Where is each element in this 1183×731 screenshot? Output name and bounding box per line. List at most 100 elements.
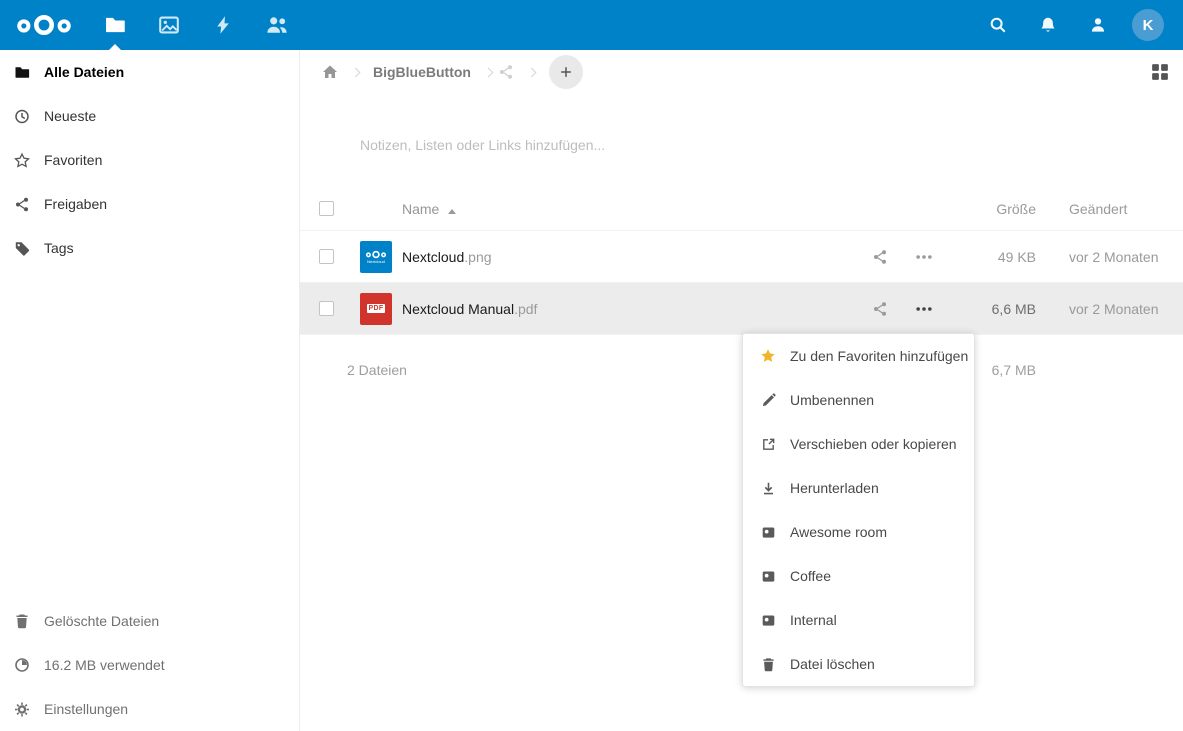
- grid-view-toggle-icon[interactable]: [1151, 63, 1169, 81]
- menu-item-label: Awesome room: [790, 524, 887, 540]
- breadcrumb-share-icon[interactable]: [498, 64, 514, 80]
- chevron-right-icon: [351, 67, 361, 77]
- active-app-marker: [109, 44, 121, 50]
- file-row-nextcloud-png[interactable]: Nextcloud Nextcloud.png 49 KB vor 2 Mona…: [300, 231, 1183, 283]
- file-count: 2 Dateien: [347, 362, 407, 378]
- add-new-button[interactable]: [549, 55, 583, 89]
- image-thumbnail: Nextcloud: [360, 241, 392, 273]
- select-all-checkbox[interactable]: [319, 201, 334, 216]
- sidebar-item-favorites[interactable]: Favoriten: [0, 138, 299, 182]
- app-photos-button[interactable]: [142, 0, 196, 50]
- files-main: BigBlueButton Notizen, Listen oder Links…: [300, 50, 1183, 731]
- folder-icon: [104, 14, 126, 36]
- menu-item-label: Zu den Favoriten hinzufügen: [790, 348, 968, 364]
- pdf-badge: PDF: [367, 304, 386, 313]
- room-icon: [760, 568, 776, 584]
- more-actions-button[interactable]: [902, 248, 946, 266]
- menu-item-coffee[interactable]: Coffee: [743, 554, 974, 598]
- sidebar-item-quota[interactable]: 16.2 MB verwendet: [0, 643, 299, 687]
- room-icon: [760, 524, 776, 540]
- menu-item-label: Coffee: [790, 568, 831, 584]
- breadcrumb-folder[interactable]: BigBlueButton: [373, 64, 471, 80]
- sidebar-item-settings[interactable]: Einstellungen: [0, 687, 299, 731]
- pencil-icon: [760, 392, 776, 408]
- sidebar-item-shares[interactable]: Freigaben: [0, 182, 299, 226]
- menu-item-move-or-copy[interactable]: Verschieben oder kopieren: [743, 422, 974, 466]
- move-icon: [760, 436, 776, 452]
- file-actions-menu: Zu den Favoriten hinzufügen Umbenennen V…: [742, 333, 975, 687]
- sidebar-item-label: Alle Dateien: [44, 64, 124, 80]
- room-icon: [760, 612, 776, 628]
- sidebar-item-deleted-files[interactable]: Gelöschte Dateien: [0, 599, 299, 643]
- breadcrumb: BigBlueButton: [300, 50, 1183, 94]
- top-bar: K: [0, 0, 1183, 50]
- photos-icon: [158, 14, 180, 36]
- file-modified: vor 2 Monaten: [1036, 301, 1183, 317]
- sidebar-item-label: 16.2 MB verwendet: [44, 657, 165, 673]
- menu-item-label: Datei löschen: [790, 656, 875, 672]
- contacts-menu-icon[interactable]: [1086, 13, 1110, 37]
- file-basename: Nextcloud: [402, 249, 464, 265]
- row-checkbox[interactable]: [319, 249, 334, 264]
- sidebar-item-recent[interactable]: Neueste: [0, 94, 299, 138]
- user-avatar[interactable]: K: [1132, 9, 1164, 41]
- menu-item-rename[interactable]: Umbenennen: [743, 378, 974, 422]
- clock-icon: [14, 108, 30, 124]
- gear-icon: [14, 701, 30, 717]
- star-icon: [760, 348, 776, 364]
- column-header-name-label: Name: [402, 201, 439, 217]
- file-extension: .png: [464, 249, 491, 265]
- share-button[interactable]: [858, 249, 902, 265]
- file-modified: vor 2 Monaten: [1036, 249, 1183, 265]
- menu-item-awesome-room[interactable]: Awesome room: [743, 510, 974, 554]
- trash-icon: [760, 656, 776, 672]
- app-files-button[interactable]: [88, 0, 142, 50]
- search-icon[interactable]: [986, 13, 1010, 37]
- menu-item-label: Internal: [790, 612, 837, 628]
- chevron-right-icon: [527, 67, 537, 77]
- nextcloud-logo-icon[interactable]: [0, 14, 88, 36]
- pdf-thumbnail: PDF: [360, 293, 392, 325]
- sidebar-item-label: Freigaben: [44, 196, 107, 212]
- topbar-right-actions: K: [960, 9, 1183, 41]
- sidebar-item-tags[interactable]: Tags: [0, 226, 299, 270]
- file-extension: .pdf: [514, 301, 537, 317]
- menu-item-download[interactable]: Herunterladen: [743, 466, 974, 510]
- menu-item-delete-file[interactable]: Datei löschen: [743, 642, 974, 686]
- sidebar-item-all-files[interactable]: Alle Dateien: [0, 50, 299, 94]
- files-sidebar: Alle Dateien Neueste Favoriten Freigaben…: [0, 50, 300, 731]
- column-header-size[interactable]: Größe: [946, 201, 1036, 217]
- file-basename: Nextcloud Manual: [402, 301, 514, 317]
- menu-item-internal[interactable]: Internal: [743, 598, 974, 642]
- more-actions-button[interactable]: [902, 300, 946, 318]
- menu-item-add-to-favorites[interactable]: Zu den Favoriten hinzufügen: [743, 334, 974, 378]
- column-header-modified[interactable]: Geändert: [1036, 201, 1183, 217]
- trash-icon: [14, 613, 30, 629]
- file-size: 6,6 MB: [946, 301, 1036, 317]
- workspace-notes-input[interactable]: Notizen, Listen oder Links hinzufügen...: [360, 137, 1183, 157]
- app-activity-button[interactable]: [196, 0, 250, 50]
- sort-ascending-icon: [448, 209, 456, 214]
- menu-item-label: Herunterladen: [790, 480, 879, 496]
- app-contacts-button[interactable]: [250, 0, 304, 50]
- chevron-right-icon: [484, 67, 494, 77]
- thumb-spacer: [360, 193, 392, 225]
- sidebar-item-label: Favoriten: [44, 152, 102, 168]
- plus-icon: [559, 65, 573, 79]
- contacts-icon: [266, 14, 288, 36]
- row-checkbox[interactable]: [319, 301, 334, 316]
- download-icon: [760, 480, 776, 496]
- menu-item-label: Verschieben oder kopieren: [790, 436, 957, 452]
- sidebar-footer: Gelöschte Dateien 16.2 MB verwendet Eins…: [0, 599, 299, 731]
- sidebar-item-label: Einstellungen: [44, 701, 128, 717]
- file-name: Nextcloud.png: [402, 249, 858, 265]
- sidebar-item-label: Gelöschte Dateien: [44, 613, 159, 629]
- file-row-nextcloud-manual-pdf[interactable]: PDF Nextcloud Manual.pdf 6,6 MB vor 2 Mo…: [300, 283, 1183, 335]
- home-icon[interactable]: [322, 64, 338, 80]
- share-button[interactable]: [858, 301, 902, 317]
- folder-icon: [14, 64, 30, 80]
- tag-icon: [14, 240, 30, 256]
- sidebar-item-label: Tags: [44, 240, 74, 256]
- bell-icon[interactable]: [1036, 13, 1060, 37]
- column-header-name[interactable]: Name: [402, 201, 858, 217]
